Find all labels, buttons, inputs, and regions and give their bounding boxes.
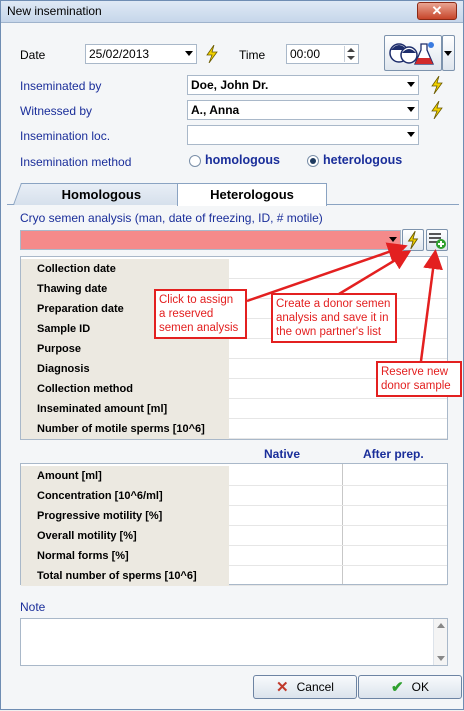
date-label: Date [20, 48, 46, 62]
tab-heterologous[interactable]: Heterologous [177, 183, 327, 206]
note-label: Note [20, 600, 46, 614]
homologous-radio-label[interactable]: homologous [205, 153, 280, 167]
witnessed-by-value: A., Anna [191, 103, 240, 117]
reserve-callout: Reserve new donor sample [376, 361, 462, 397]
tab-heterologous-label: Heterologous [210, 187, 294, 202]
table-row: Total number of sperms [10^6] [21, 566, 447, 586]
time-value: 00:00 [290, 47, 321, 61]
row-value-cell[interactable] [229, 259, 447, 279]
assign-callout: Click to assign a reserved semen analysi… [154, 289, 247, 339]
row-label: Purpose [21, 339, 229, 359]
row-label: Amount [ml] [21, 466, 229, 486]
create-donor-callout: Create a donor semen analysis and save i… [271, 293, 397, 343]
row-label: Total number of sperms [10^6] [21, 566, 229, 586]
heterologous-radio-label[interactable]: heterologous [323, 153, 402, 167]
row-value-cell[interactable] [229, 526, 447, 546]
after-prep-column-header: After prep. [363, 447, 424, 461]
cryo-label: Cryo semen analysis (man, date of freezi… [20, 211, 323, 225]
cryo-select[interactable] [20, 230, 401, 250]
cancel-button[interactable]: ✕ Cancel [253, 675, 357, 699]
row-label: Collection method [21, 379, 229, 399]
date-value: 25/02/2013 [89, 47, 150, 61]
chevron-down-icon[interactable] [185, 51, 193, 56]
note-scrollbar[interactable] [433, 619, 447, 665]
row-value-cell[interactable] [229, 419, 447, 439]
time-field[interactable]: 00:00 [286, 44, 359, 64]
chevron-down-icon [407, 132, 415, 137]
assign-analysis-button[interactable] [402, 229, 424, 251]
window-title: New insemination [7, 4, 102, 18]
row-value-cell[interactable] [229, 506, 447, 526]
bolt-icon [407, 230, 419, 250]
cancel-button-label: Cancel [296, 680, 334, 694]
chevron-down-icon [407, 82, 415, 87]
location-label: Insemination loc. [20, 129, 111, 143]
row-label: Collection date [21, 259, 229, 279]
table-row: Normal forms [%] [21, 546, 447, 566]
table-row: Number of motile sperms [10^6] [21, 419, 447, 439]
row-label: Diagnosis [21, 359, 229, 379]
table-row: Concentration [10^6/ml] [21, 486, 447, 506]
new-insemination-window: New insemination ✕ Date 25/02/2013 Time … [0, 0, 464, 710]
sample-details-table: Collection date Thawing date Preparation d… [20, 256, 448, 440]
bolt-icon[interactable] [429, 76, 445, 94]
bolt-icon[interactable] [429, 101, 445, 119]
title-bar: New insemination ✕ [1, 1, 463, 23]
location-select[interactable] [187, 125, 419, 145]
table-row: Collection date [21, 259, 447, 279]
couple-lab-button[interactable] [384, 35, 442, 71]
note-textarea[interactable] [20, 618, 448, 666]
row-value-cell[interactable] [229, 566, 447, 586]
row-value-cell[interactable] [229, 399, 447, 419]
chevron-down-icon [444, 51, 452, 56]
ok-check-icon: ✔ [391, 678, 404, 696]
table-row: Progressive motility [%] [21, 506, 447, 526]
reserve-donor-sample-button[interactable] [426, 229, 448, 251]
table-row: Overall motility [%] [21, 526, 447, 546]
row-value-cell[interactable] [229, 486, 447, 506]
chevron-down-icon [407, 107, 415, 112]
table-row: Amount [ml] [21, 466, 447, 486]
method-label: Insemination method [20, 155, 132, 169]
inseminated-by-value: Doe, John Dr. [191, 78, 269, 92]
ok-button[interactable]: ✔ OK [358, 675, 462, 699]
row-label: Progressive motility [%] [21, 506, 229, 526]
date-field[interactable]: 25/02/2013 [85, 44, 197, 64]
native-column-header: Native [264, 447, 301, 461]
inseminated-by-select[interactable]: Doe, John Dr. [187, 75, 419, 95]
row-label: Inseminated amount [ml] [21, 399, 229, 419]
time-spinner[interactable] [344, 46, 357, 62]
row-label: Normal forms [%] [21, 546, 229, 566]
add-list-icon [429, 233, 446, 249]
bolt-icon[interactable] [204, 45, 220, 63]
couple-lab-icon [389, 42, 434, 65]
row-value-cell[interactable] [229, 466, 447, 486]
time-label: Time [239, 48, 266, 62]
witnessed-by-select[interactable]: A., Anna [187, 100, 419, 120]
chevron-down-icon [389, 237, 397, 242]
tab-homologous[interactable]: Homologous [12, 183, 192, 205]
table-row: Inseminated amount [ml] [21, 399, 447, 419]
heterologous-radio[interactable] [307, 155, 319, 167]
witnessed-by-label: Witnessed by [20, 104, 93, 118]
row-label: Number of motile sperms [10^6] [21, 419, 229, 439]
results-table: Amount [ml] Concentration [10^6/ml] Progre… [20, 463, 448, 586]
inseminated-by-label: Inseminated by [20, 79, 102, 93]
couple-lab-dropdown[interactable] [442, 35, 455, 71]
close-button[interactable]: ✕ [417, 2, 457, 20]
tab-homologous-label: Homologous [61, 187, 142, 202]
row-label: Concentration [10^6/ml] [21, 486, 229, 506]
row-label: Overall motility [%] [21, 526, 229, 546]
ok-button-label: OK [411, 680, 429, 694]
homologous-radio[interactable] [189, 155, 201, 167]
row-value-cell[interactable] [229, 546, 447, 566]
cancel-x-icon: ✕ [276, 678, 289, 696]
